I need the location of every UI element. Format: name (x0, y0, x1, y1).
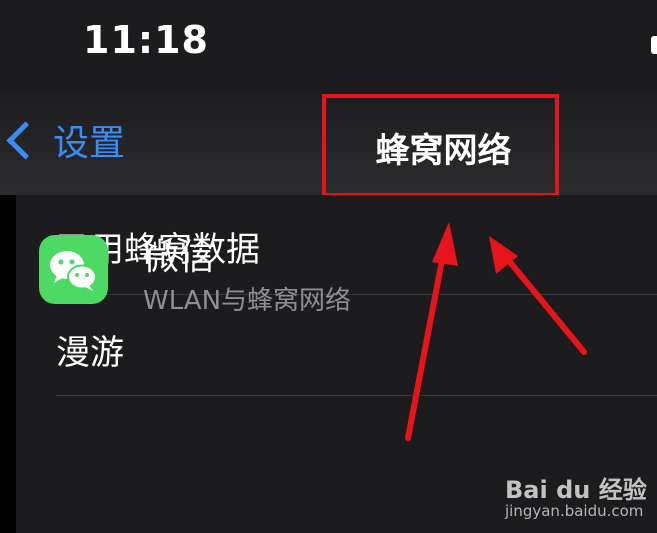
annotation-highlight-box (322, 94, 559, 197)
watermark-logo: Bai du 经验 jingyan.baidu.com (505, 470, 655, 530)
row-separator (56, 395, 657, 396)
status-indicator (651, 36, 657, 54)
status-time: 11:18 (83, 18, 209, 62)
watermark-brand: Bai du 经验 (505, 476, 647, 504)
back-button-label: 设置 (53, 123, 126, 164)
chevron-left-icon (6, 120, 45, 160)
app-subtitle: WLAN与蜂窝网络 (143, 286, 352, 316)
wechat-icon (50, 251, 97, 291)
list-item-label: 漫游 (56, 333, 124, 373)
back-button[interactable]: 设置 (0, 110, 125, 170)
watermark-url: jingyan.baidu.com (505, 502, 644, 520)
status-bar: 11:18 (0, 0, 657, 90)
wechat-app-icon[interactable] (39, 235, 108, 304)
app-name: 微信 (143, 237, 216, 278)
